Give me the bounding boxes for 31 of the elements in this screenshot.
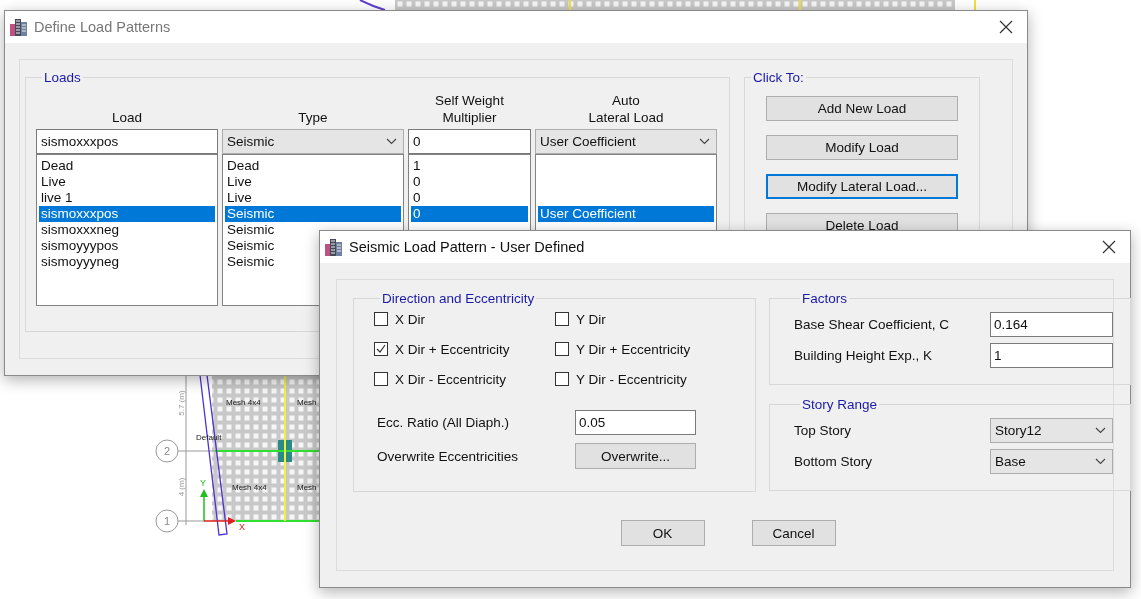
field-label: Overwrite Eccentricities xyxy=(377,448,520,464)
column-header: Self Weight Multiplier xyxy=(435,92,504,126)
bubble-label: 1 xyxy=(163,515,171,527)
area-label: Mesh 4x4 xyxy=(232,483,267,492)
group-title: Loads xyxy=(43,70,82,85)
area-label: Mesh xyxy=(297,398,317,407)
axis-label: X xyxy=(239,522,245,532)
area-label: Mesh xyxy=(297,483,317,492)
field-label: Ecc. Ratio (All Diaph.) xyxy=(377,415,511,430)
checkbox-label: Y Dir + Eccentricity xyxy=(576,341,691,357)
column-header: Type xyxy=(298,109,328,126)
bubble-label: 2 xyxy=(163,445,171,457)
column-header: Load xyxy=(111,109,142,126)
axis-label: Y xyxy=(200,478,206,488)
dimension-label: 5.7 (m) xyxy=(177,390,186,416)
checkbox-label: Y Dir xyxy=(576,311,606,327)
column-header: Auto Lateral Load xyxy=(588,92,664,126)
field-label: Base Shear Coefficient, C xyxy=(794,317,951,332)
field-label: Top Story xyxy=(794,423,853,438)
checkbox-label: X Dir xyxy=(395,311,425,327)
checkbox-label: Y Dir - Eccentricity xyxy=(576,371,687,387)
field-label: Building Height Exp., K xyxy=(794,348,934,363)
checkbox-label: X Dir - Eccentricity xyxy=(395,371,506,387)
area-label: Mesh 4x4 xyxy=(226,398,261,407)
group-title: Story Range xyxy=(801,397,879,412)
field-label: Bottom Story xyxy=(794,454,874,469)
group-title: Click To: xyxy=(752,70,805,85)
group-title: Factors xyxy=(801,291,848,306)
dimension-label: 4 (m) xyxy=(177,477,186,497)
window-title: Define Load Patterns xyxy=(34,19,172,35)
checkbox-label: X Dir + Eccentricity xyxy=(395,341,510,357)
